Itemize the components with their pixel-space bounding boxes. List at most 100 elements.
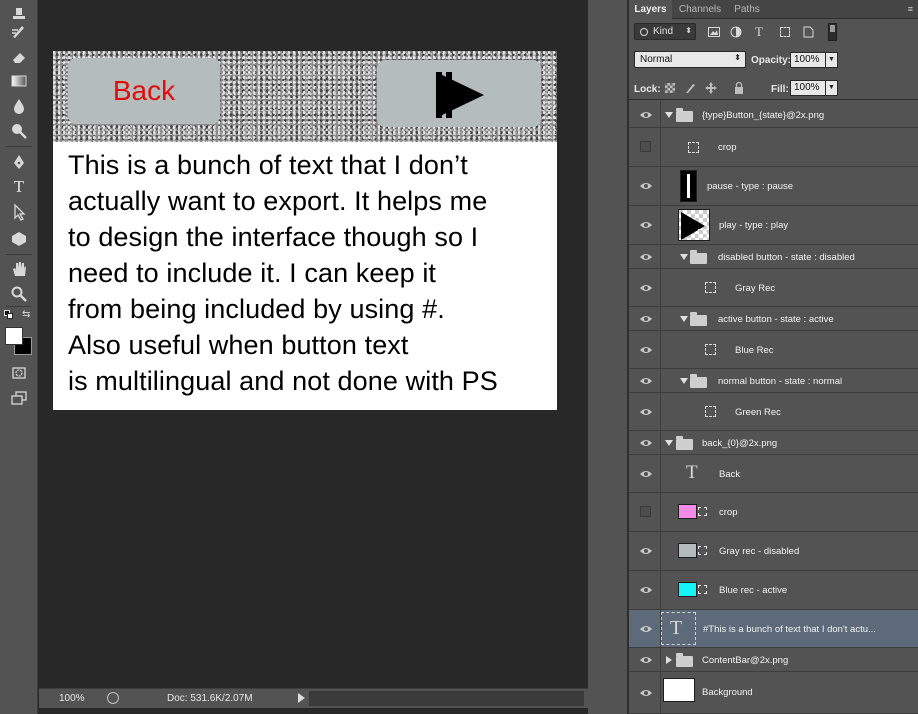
dodge-tool-icon[interactable] — [7, 120, 31, 142]
visibility-off-box[interactable] — [640, 141, 651, 152]
layer-row-group[interactable]: {type}Button_{state}@2x.png — [629, 101, 918, 128]
tab-channels[interactable]: Channels — [674, 0, 726, 19]
layer-row-background[interactable]: Background — [629, 672, 918, 714]
lock-label: Lock: — [634, 84, 661, 95]
link-icon — [698, 546, 707, 555]
back-button[interactable]: Back — [68, 58, 220, 124]
status-arrow-icon[interactable] — [298, 693, 305, 703]
type-filter-icon[interactable]: T — [752, 24, 766, 39]
group-open-icon[interactable] — [665, 112, 673, 118]
group-closed-icon[interactable] — [666, 656, 672, 664]
opacity-field[interactable]: 100% — [790, 52, 826, 68]
default-colors-icon[interactable] — [4, 310, 13, 319]
layer-row-shape[interactable]: Blue Rec — [629, 331, 918, 369]
path-selection-tool-icon[interactable] — [7, 201, 31, 223]
layer-row-shape[interactable]: Green Rec — [629, 393, 918, 431]
helper-text-line: Also useful when button text — [68, 330, 409, 360]
visibility-eye-icon[interactable] — [639, 469, 653, 479]
horizontal-scrollbar[interactable] — [309, 691, 584, 706]
layer-row-shape[interactable]: crop — [629, 128, 918, 167]
status-menu-icon[interactable] — [107, 692, 119, 704]
lock-pixels-icon[interactable] — [684, 82, 696, 94]
brush-tool-icon[interactable] — [7, 20, 31, 42]
layer-filter-row: Kind ⬍ T — [629, 20, 918, 44]
smart-object-filter-icon[interactable] — [801, 25, 815, 39]
pen-tool-icon[interactable] — [7, 151, 31, 173]
visibility-eye-icon[interactable] — [639, 585, 653, 595]
fill-field[interactable]: 100% — [790, 80, 826, 96]
layer-row-shape[interactable]: crop — [629, 493, 918, 532]
lock-position-icon[interactable] — [705, 82, 717, 94]
visibility-eye-icon[interactable] — [639, 252, 653, 262]
layer-row-group[interactable]: normal button - state : normal — [629, 369, 918, 393]
tab-layers[interactable]: Layers — [629, 0, 672, 19]
shape-layer-icon — [705, 406, 716, 417]
shape-tool-icon[interactable] — [7, 228, 31, 250]
visibility-eye-icon[interactable] — [639, 314, 653, 324]
tab-paths[interactable]: Paths — [729, 0, 765, 19]
play-pause-button[interactable] — [377, 60, 541, 127]
type-layer-icon: T — [670, 617, 683, 639]
visibility-eye-icon[interactable] — [639, 181, 653, 191]
screen-mode-icon[interactable] — [7, 387, 31, 409]
layer-row-group[interactable]: active button - state : active — [629, 307, 918, 331]
visibility-eye-icon[interactable] — [639, 283, 653, 293]
layer-row-play[interactable]: play - type : play — [629, 206, 918, 245]
cyan-swatch-thumbnail — [678, 582, 697, 597]
fill-dropdown-icon[interactable]: ▼ — [826, 80, 838, 96]
visibility-eye-icon[interactable] — [639, 655, 653, 665]
layer-row-group[interactable]: disabled button - state : disabled — [629, 245, 918, 269]
layer-row-shape[interactable]: Blue rec - active — [629, 571, 918, 610]
filter-toggle[interactable] — [828, 23, 837, 41]
group-open-icon[interactable] — [680, 316, 688, 322]
gradient-tool-icon[interactable] — [7, 70, 31, 92]
eraser-tool-icon[interactable] — [7, 46, 31, 68]
visibility-eye-icon[interactable] — [639, 688, 653, 698]
layer-row-pause[interactable]: pause - type : pause — [629, 167, 918, 206]
document-canvas[interactable]: Back This is a bunch of text that I don’… — [53, 51, 557, 410]
hand-tool-icon[interactable] — [7, 258, 31, 280]
layer-row-shape[interactable]: Gray rec - disabled — [629, 532, 918, 571]
layer-row-group[interactable]: back_{0}@2x.png — [629, 431, 918, 455]
blur-tool-icon[interactable] — [7, 95, 31, 117]
zoom-tool-icon[interactable] — [7, 283, 31, 305]
layer-name: crop — [718, 142, 737, 153]
visibility-eye-icon[interactable] — [639, 110, 653, 120]
foreground-color-swatch[interactable] — [5, 327, 23, 345]
lock-transparency-icon[interactable] — [664, 82, 676, 94]
helper-text-line: need to include it. I can keep it — [68, 258, 437, 288]
quick-mask-icon[interactable] — [7, 362, 31, 384]
chevron-down-icon: ⬍ — [734, 53, 741, 62]
layer-name: disabled button - state : disabled — [718, 252, 855, 263]
visibility-eye-icon[interactable] — [639, 546, 653, 556]
visibility-eye-icon[interactable] — [639, 438, 653, 448]
blend-mode-select[interactable]: Normal ⬍ — [634, 51, 746, 68]
blend-mode-value: Normal — [640, 54, 673, 65]
opacity-dropdown-icon[interactable]: ▼ — [826, 52, 838, 68]
visibility-off-box[interactable] — [640, 506, 651, 517]
adjustment-filter-icon[interactable] — [729, 25, 743, 39]
swap-colors-icon[interactable]: ⇆ — [22, 309, 30, 320]
lock-all-icon[interactable] — [733, 82, 745, 94]
folder-icon — [690, 250, 707, 264]
panel-menu-icon[interactable]: ≡ — [908, 4, 913, 14]
type-tool-icon[interactable]: T — [7, 176, 31, 198]
visibility-eye-icon[interactable] — [639, 345, 653, 355]
visibility-eye-icon[interactable] — [639, 624, 653, 634]
layer-name: active button - state : active — [718, 314, 834, 325]
group-open-icon[interactable] — [680, 378, 688, 384]
layer-row-shape[interactable]: Gray Rec — [629, 269, 918, 307]
layer-row-group[interactable]: ContentBar@2x.png — [629, 648, 918, 672]
layer-row-type-selected[interactable]: T #This is a bunch of text that I don't … — [629, 610, 918, 648]
visibility-eye-icon[interactable] — [639, 220, 653, 230]
tools-panel: T ⇆ — [0, 0, 38, 714]
group-open-icon[interactable] — [665, 440, 673, 446]
layer-row-type[interactable]: T Back — [629, 455, 918, 493]
zoom-level[interactable]: 100% — [59, 693, 85, 704]
visibility-eye-icon[interactable] — [639, 407, 653, 417]
group-open-icon[interactable] — [680, 254, 688, 260]
visibility-eye-icon[interactable] — [639, 376, 653, 386]
filter-kind-select[interactable]: Kind ⬍ — [634, 23, 696, 40]
pixel-filter-icon[interactable] — [707, 25, 721, 39]
shape-filter-icon[interactable] — [778, 25, 792, 39]
